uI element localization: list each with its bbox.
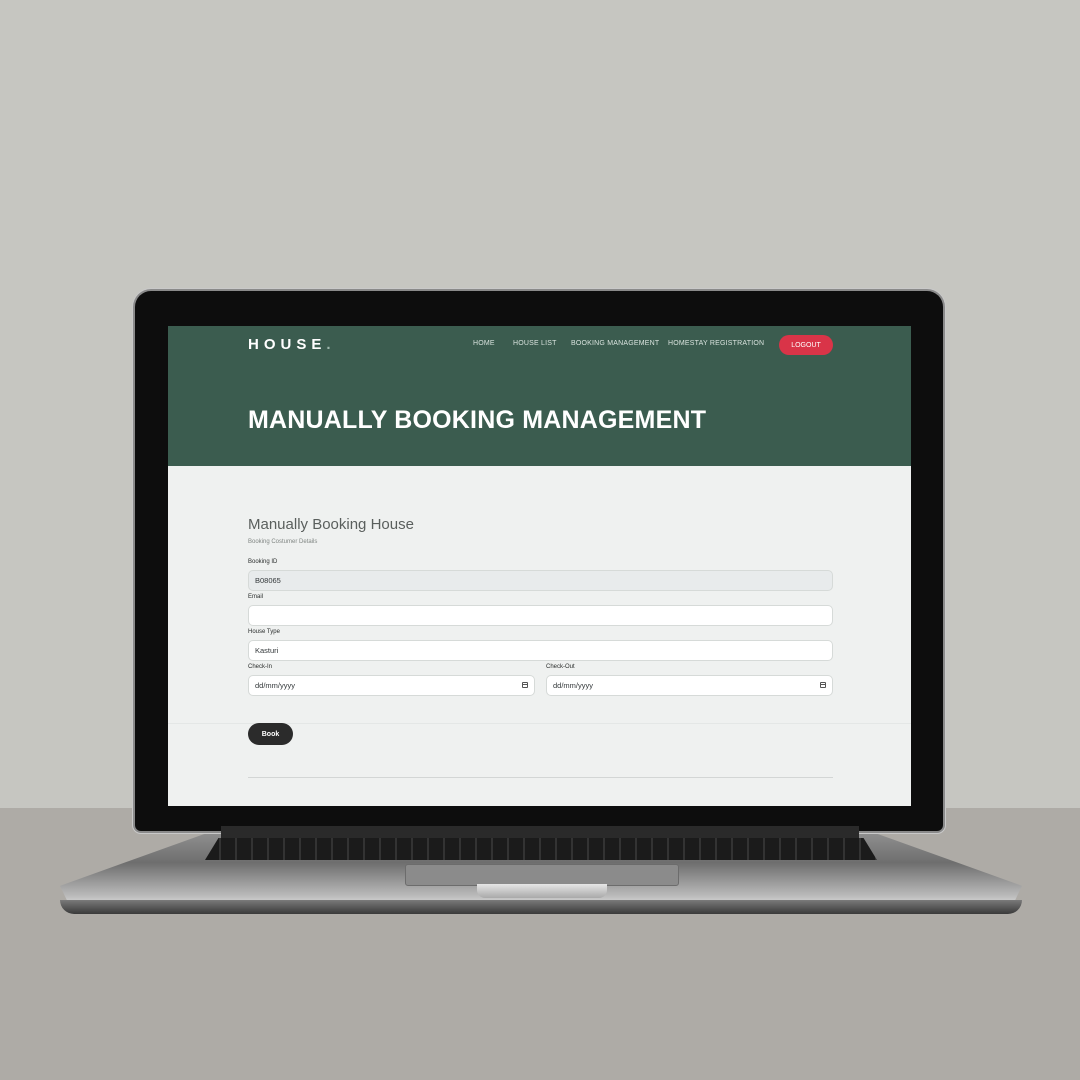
- check-out-placeholder: dd/mm/yyyy: [553, 681, 594, 690]
- calendar-icon[interactable]: [820, 682, 826, 688]
- form-title: Manually Booking House: [248, 516, 414, 533]
- email-label: Email: [248, 594, 264, 600]
- laptop-notch: [477, 884, 607, 898]
- check-in-label: Check-In: [248, 664, 273, 670]
- page-title: MANUALLY BOOKING MANAGEMENT: [248, 406, 707, 434]
- form-subtitle: Booking Costumer Details: [248, 539, 318, 545]
- check-out-label: Check-Out: [546, 664, 575, 670]
- nav-house-list[interactable]: HOUSE LIST: [513, 340, 557, 347]
- booking-id-label: Booking ID: [248, 559, 278, 565]
- laptop-base-edge: [60, 900, 1022, 914]
- booking-id-field: B08065: [248, 570, 833, 591]
- laptop-trackpad: [405, 864, 679, 886]
- book-button[interactable]: Book: [248, 723, 293, 745]
- check-in-placeholder: dd/mm/yyyy: [255, 681, 296, 690]
- house-type-field[interactable]: Kasturi: [248, 640, 833, 661]
- laptop-screen: HOUSE. HOME HOUSE LIST BOOKING MANAGEMEN…: [168, 326, 911, 806]
- check-in-field[interactable]: dd/mm/yyyy: [248, 675, 535, 696]
- footer-divider: [248, 777, 833, 778]
- check-out-field[interactable]: dd/mm/yyyy: [546, 675, 833, 696]
- house-type-label: House Type: [248, 629, 280, 635]
- email-field[interactable]: [248, 605, 833, 626]
- nav-booking-management[interactable]: BOOKING MANAGEMENT: [571, 340, 659, 347]
- laptop-keyboard: [205, 838, 877, 860]
- laptop-hinge: [221, 826, 859, 838]
- nav-home[interactable]: HOME: [473, 340, 495, 347]
- brand-logo[interactable]: HOUSE.: [248, 336, 331, 353]
- house-type-value: Kasturi: [255, 646, 279, 655]
- nav-homestay-registration[interactable]: HOMESTAY REGISTRATION: [668, 340, 764, 347]
- booking-id-value: B08065: [255, 576, 281, 585]
- brand-name: HOUSE: [248, 336, 327, 353]
- brand-dot: .: [326, 336, 331, 353]
- hero-header: HOUSE. HOME HOUSE LIST BOOKING MANAGEMEN…: [168, 326, 911, 466]
- logout-button[interactable]: LOGOUT: [779, 335, 833, 355]
- calendar-icon[interactable]: [522, 682, 528, 688]
